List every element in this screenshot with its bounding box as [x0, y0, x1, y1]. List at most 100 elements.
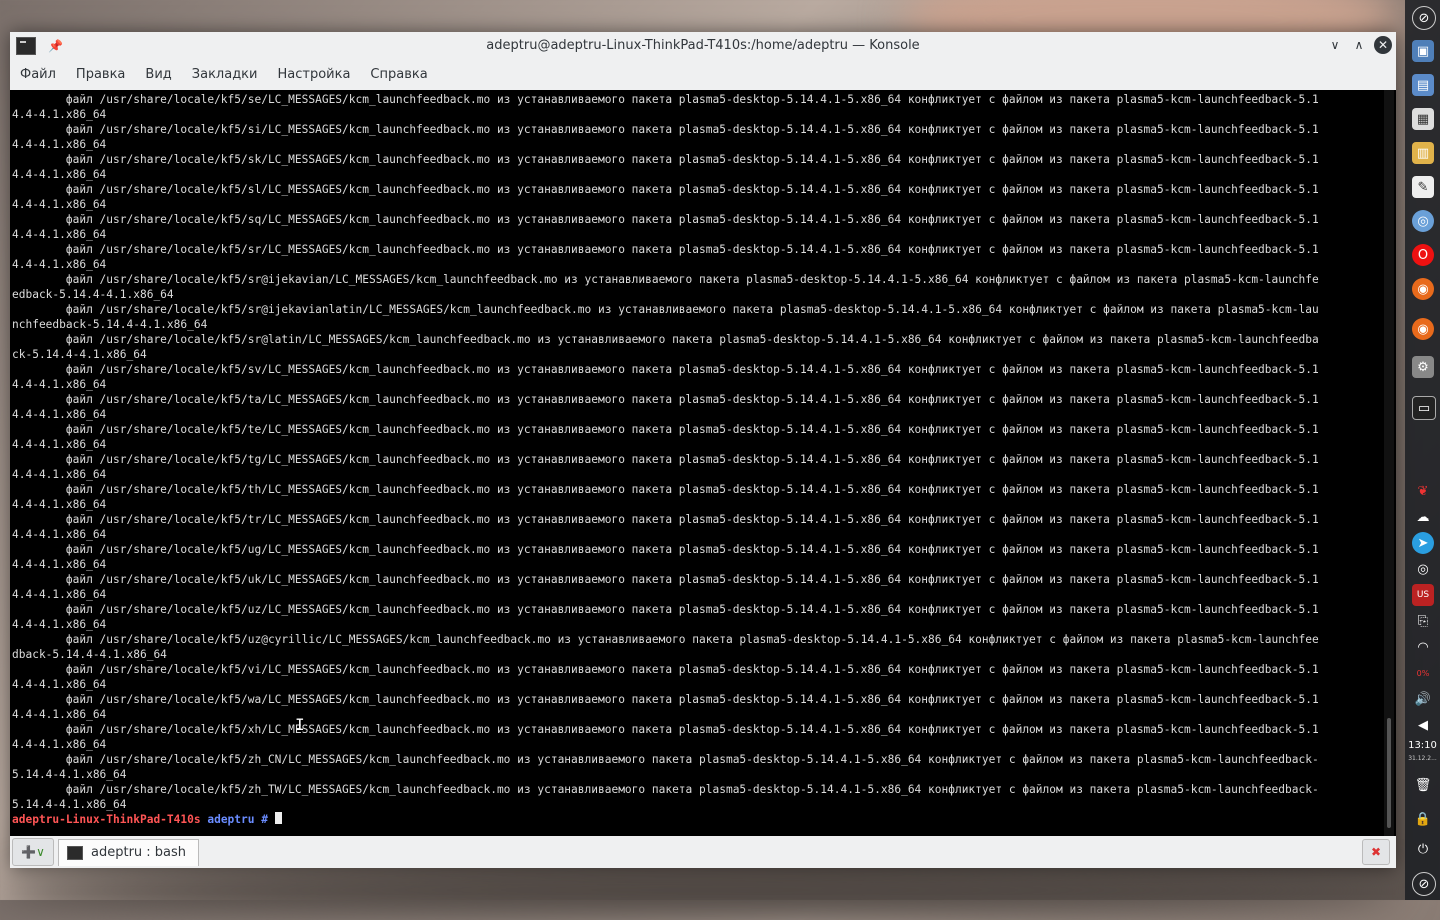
terminal-line: файл /usr/share/locale/kf5/uk/LC_MESSAGE…	[12, 573, 1319, 586]
files-icon[interactable]: ▤	[1412, 74, 1434, 96]
terminal-line: файл /usr/share/locale/kf5/th/LC_MESSAGE…	[12, 483, 1319, 496]
terminal-line: 4.4-4.1.x86_64	[12, 408, 107, 421]
terminal-line: файл /usr/share/locale/kf5/sv/LC_MESSAGE…	[12, 363, 1319, 376]
new-tab-button[interactable]: ➕∨	[12, 838, 54, 866]
terminal-line: 4.4-4.1.x86_64	[12, 528, 107, 541]
scrollbar-thumb[interactable]	[1387, 718, 1391, 828]
terminal-line: файл /usr/share/locale/kf5/uz@cyrillic/L…	[12, 633, 1319, 646]
terminal-line: nchfeedback-5.14.4-4.1.x86_64	[12, 318, 208, 331]
clipboard-icon[interactable]: ⎘	[1412, 610, 1434, 632]
menu-settings[interactable]: Настройка	[267, 60, 360, 90]
window-title: adeptru@adeptru-Linux-ThinkPad-T410s:/ho…	[486, 38, 920, 53]
terminal-scrollbar[interactable]	[1384, 90, 1394, 836]
network-manager-icon[interactable]: ◎	[1412, 558, 1434, 580]
terminal-line: 4.4-4.1.x86_64	[12, 618, 107, 631]
title-bar[interactable]: 📌 adeptru@adeptru-Linux-ThinkPad-T410s:/…	[10, 32, 1396, 60]
terminal-line: файл /usr/share/locale/kf5/uz/LC_MESSAGE…	[12, 603, 1319, 616]
terminal-line: 4.4-4.1.x86_64	[12, 228, 107, 241]
terminal-line: 4.4-4.1.x86_64	[12, 468, 107, 481]
launcher-icon[interactable]: ⊘	[1412, 6, 1436, 30]
terminal-line: 4.4-4.1.x86_64	[12, 168, 107, 181]
terminal-line: 5.14.4-4.1.x86_64	[12, 768, 127, 781]
tab-bar: ➕∨ adeptru : bash ✖	[10, 836, 1396, 868]
cloud-icon[interactable]: ☁	[1412, 506, 1434, 528]
menu-bookmarks[interactable]: Закладки	[182, 60, 268, 90]
terminal-app-icon[interactable]	[16, 37, 36, 55]
konsole-icon[interactable]: ▭	[1412, 396, 1436, 420]
terminal-line: 4.4-4.1.x86_64	[12, 108, 107, 121]
terminal-line: файл /usr/share/locale/kf5/sr/LC_MESSAGE…	[12, 243, 1319, 256]
side-panel: ⊘ ▣ ▤ ▦ ▥ ✎ ◎ O ◉ ◉ ⚙ ▭ ❦ ☁ ➤ ◎ US ⎘ ◠ 0…	[1405, 0, 1440, 900]
menu-file[interactable]: Файл	[10, 60, 66, 90]
terminal-line: файл /usr/share/locale/kf5/xh/LC_MESSAGE…	[12, 723, 1319, 736]
power-icon[interactable]: ⏻	[1412, 838, 1434, 860]
archive-icon[interactable]: ▥	[1412, 142, 1434, 164]
terminal-line: файл /usr/share/locale/kf5/zh_CN/LC_MESS…	[12, 753, 1319, 766]
terminal-line: файл /usr/share/locale/kf5/ta/LC_MESSAGE…	[12, 393, 1319, 406]
terminal-line: dback-5.14.4-4.1.x86_64	[12, 648, 167, 661]
calculator-icon[interactable]: ▦	[1412, 108, 1434, 130]
minimize-button[interactable]: ∨	[1326, 36, 1344, 54]
prompt-host: adeptru-Linux-ThinkPad-T410s	[12, 813, 201, 826]
shell-prompt[interactable]: adeptru-Linux-ThinkPad-T410s adeptru #	[12, 812, 1378, 827]
terminal-line: файл /usr/share/locale/kf5/sr@latin/LC_M…	[12, 333, 1319, 346]
clock-date[interactable]: 31.12.2...	[1405, 755, 1440, 762]
terminal-line: ck-5.14.4-4.1.x86_64	[12, 348, 147, 361]
terminal-area[interactable]: файл /usr/share/locale/kf5/se/LC_MESSAGE…	[10, 90, 1396, 836]
close-tab-button[interactable]: ✖	[1362, 839, 1390, 865]
home-folder-icon[interactable]: ▣	[1412, 40, 1434, 62]
menu-edit[interactable]: Правка	[66, 60, 135, 90]
terminal-line: файл /usr/share/locale/kf5/sq/LC_MESSAGE…	[12, 213, 1319, 226]
terminal-line: 4.4-4.1.x86_64	[12, 558, 107, 571]
firefox-icon[interactable]: ◉	[1412, 278, 1434, 300]
terminal-line: файл /usr/share/locale/kf5/tr/LC_MESSAGE…	[12, 513, 1319, 526]
tray-app-icon[interactable]: ❦	[1412, 480, 1434, 502]
maximize-button[interactable]: ∧	[1350, 36, 1368, 54]
text-cursor	[274, 812, 282, 824]
terminal-line: файл /usr/share/locale/kf5/sl/LC_MESSAGE…	[12, 183, 1319, 196]
prompt-dir: adeptru	[207, 813, 255, 826]
terminal-line: 4.4-4.1.x86_64	[12, 258, 107, 271]
terminal-line: 4.4-4.1.x86_64	[12, 138, 107, 151]
terminal-line: 5.14.4-4.1.x86_64	[12, 798, 127, 811]
terminal-line: 4.4-4.1.x86_64	[12, 498, 107, 511]
menu-help[interactable]: Справка	[360, 60, 437, 90]
terminal-line: файл /usr/share/locale/kf5/sr@ijekavianl…	[12, 303, 1319, 316]
wallpaper-shape	[0, 860, 1400, 920]
expand-tray-icon[interactable]: ◀	[1412, 714, 1434, 736]
text-cursor-icon: I	[295, 715, 305, 734]
terminal-line: файл /usr/share/locale/kf5/wa/LC_MESSAGE…	[12, 693, 1319, 706]
terminal-line: 4.4-4.1.x86_64	[12, 708, 107, 721]
clock-time[interactable]: 13:10	[1405, 740, 1440, 751]
system-settings-icon[interactable]: ⚙	[1412, 356, 1434, 378]
firefox-alt-icon[interactable]: ◉	[1412, 318, 1434, 340]
terminal-line: файл /usr/share/locale/kf5/sk/LC_MESSAGE…	[12, 153, 1319, 166]
terminal-line: файл /usr/share/locale/kf5/zh_TW/LC_MESS…	[12, 783, 1319, 796]
tab-label: adeptru : bash	[91, 845, 187, 860]
terminal-line: файл /usr/share/locale/kf5/ug/LC_MESSAGE…	[12, 543, 1319, 556]
keyboard-layout-icon[interactable]: US	[1412, 584, 1434, 606]
terminal-line: 4.4-4.1.x86_64	[12, 378, 107, 391]
konsole-window: 📌 adeptru@adeptru-Linux-ThinkPad-T410s:/…	[10, 32, 1396, 868]
terminal-line: файл /usr/share/locale/kf5/se/LC_MESSAGE…	[12, 93, 1319, 106]
telegram-icon[interactable]: ➤	[1412, 532, 1434, 554]
lock-icon[interactable]: 🔒	[1412, 808, 1434, 830]
tab-bash[interactable]: adeptru : bash	[58, 838, 200, 866]
trash-icon[interactable]: 🗑	[1412, 774, 1434, 796]
disk-icon[interactable]: ◎	[1412, 210, 1434, 232]
wifi-icon[interactable]: ◠	[1412, 636, 1434, 658]
volume-icon[interactable]: 🔊	[1412, 688, 1434, 710]
battery-icon[interactable]: 0%	[1412, 662, 1434, 684]
terminal-line: файл /usr/share/locale/kf5/sr@ijekavian/…	[12, 273, 1319, 286]
text-editor-icon[interactable]: ✎	[1412, 176, 1434, 198]
terminal-line: 4.4-4.1.x86_64	[12, 588, 107, 601]
terminal-output: файл /usr/share/locale/kf5/se/LC_MESSAGE…	[12, 92, 1378, 827]
opera-icon[interactable]: O	[1412, 244, 1434, 266]
close-button[interactable]: ✕	[1374, 36, 1392, 54]
terminal-line: файл /usr/share/locale/kf5/tg/LC_MESSAGE…	[12, 453, 1319, 466]
pin-icon[interactable]: 📌	[48, 39, 63, 53]
terminal-line: 4.4-4.1.x86_64	[12, 438, 107, 451]
menu-icon[interactable]: ⊘	[1412, 872, 1436, 896]
terminal-line: 4.4-4.1.x86_64	[12, 198, 107, 211]
menu-view[interactable]: Вид	[135, 60, 181, 90]
